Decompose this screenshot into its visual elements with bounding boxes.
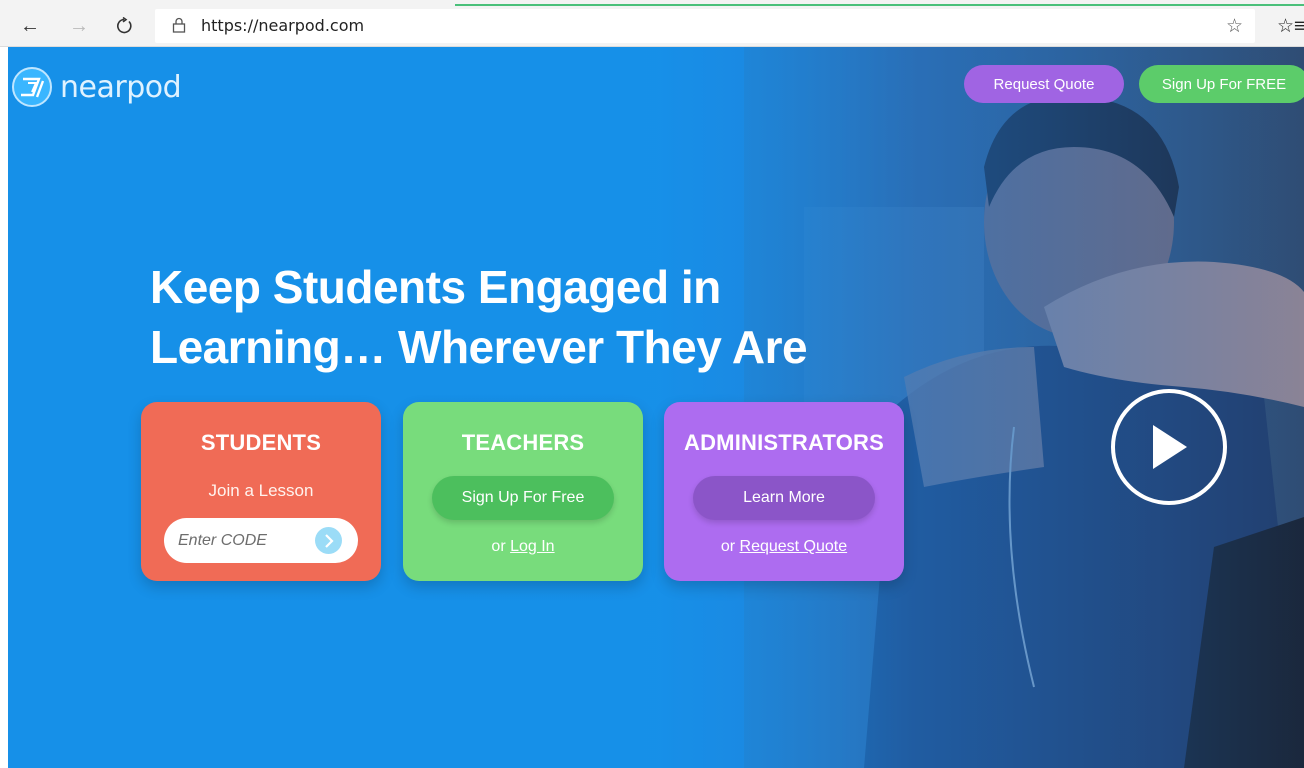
url-text[interactable]: https://nearpod.com — [201, 16, 364, 35]
refresh-icon[interactable] — [110, 12, 138, 40]
headline-line-2: Learning… Wherever They Are — [150, 321, 808, 373]
star-icon[interactable]: ☆ — [1226, 15, 1243, 38]
administrators-card-title: ADMINISTRATORS — [684, 430, 884, 455]
hero-headline: Keep Students Engaged in Learning… Where… — [150, 257, 930, 377]
teacher-or-label: or — [491, 538, 511, 555]
forward-arrow-icon[interactable]: → — [65, 12, 93, 40]
admin-or-label: or — [720, 538, 740, 555]
request-quote-link[interactable]: Request Quote — [740, 538, 848, 555]
teachers-card-title: TEACHERS — [461, 430, 585, 455]
students-card: STUDENTS Join a Lesson — [141, 402, 381, 581]
join-lesson-label: Join a Lesson — [208, 481, 314, 500]
play-video-button[interactable] — [1111, 389, 1227, 505]
sign-up-free-button[interactable]: Sign Up For FREE — [1139, 65, 1304, 103]
nearpod-logo-text: nearpod — [60, 69, 182, 105]
join-go-button[interactable] — [315, 527, 342, 554]
enter-code-input[interactable] — [178, 530, 308, 552]
teacher-sign-up-button[interactable]: Sign Up For Free — [432, 476, 614, 520]
admin-quote-line: or Request Quote — [664, 538, 904, 556]
log-in-link[interactable]: Log In — [510, 538, 554, 555]
favorites-icon[interactable]: ☆≡ — [1277, 15, 1304, 38]
nearpod-logo[interactable]: nearpod — [12, 67, 182, 107]
teacher-login-line: or Log In — [403, 538, 643, 556]
nearpod-logo-icon — [12, 67, 52, 107]
teachers-card: TEACHERS Sign Up For Free or Log In — [403, 402, 643, 581]
request-quote-button[interactable]: Request Quote — [964, 65, 1124, 103]
play-icon — [1153, 425, 1187, 469]
learn-more-button[interactable]: Learn More — [693, 476, 875, 520]
lock-icon — [172, 17, 186, 33]
chevron-right-icon — [324, 533, 334, 548]
students-card-title: STUDENTS — [200, 430, 322, 455]
headline-line-1: Keep Students Engaged in — [150, 261, 721, 313]
browser-toolbar: ← → https://nearpod.com ☆ ☆≡ — [0, 0, 1304, 47]
back-arrow-icon[interactable]: ← — [16, 12, 44, 40]
tab-loading-bar — [455, 4, 1304, 6]
administrators-card: ADMINISTRATORS Learn More or Request Quo… — [664, 402, 904, 581]
code-field — [164, 518, 358, 563]
hero-section: nearpod Request Quote Sign Up For FREE K… — [8, 47, 1304, 768]
